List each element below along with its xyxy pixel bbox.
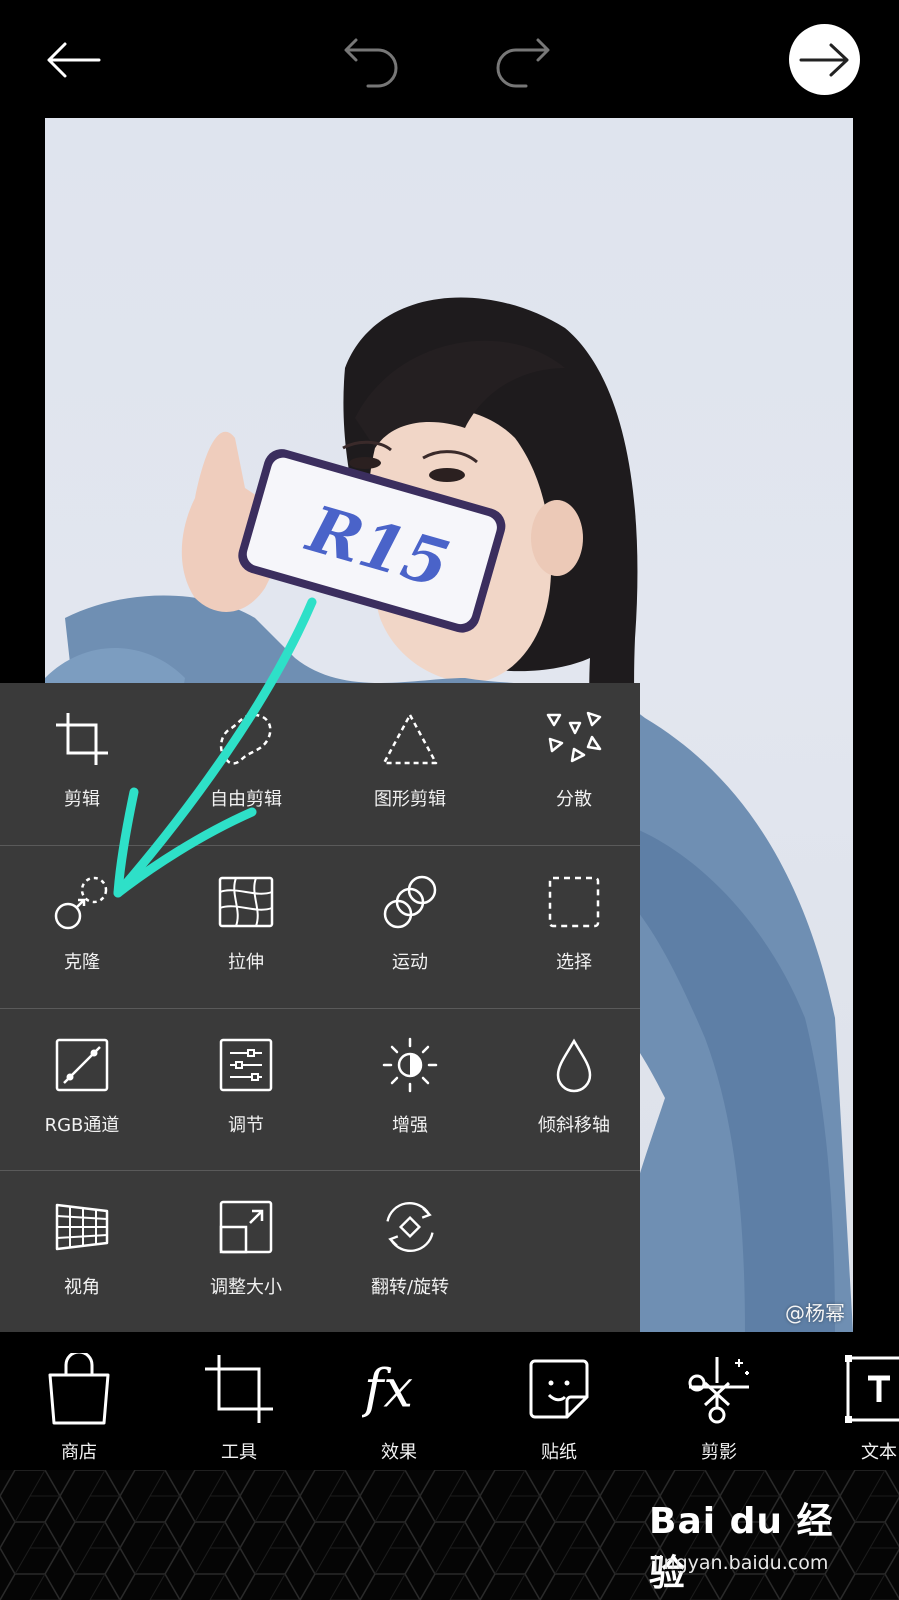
nav-label: 商店 <box>61 1442 97 1463</box>
tool-label: 倾斜移轴 <box>538 1115 610 1136</box>
nav-tools[interactable]: 工具 <box>174 1332 304 1470</box>
select-icon <box>548 876 600 928</box>
tool-motion[interactable]: 运动 <box>328 846 492 1008</box>
tool-label: 运动 <box>392 952 428 973</box>
tool-label: RGB通道 <box>44 1115 120 1136</box>
tool-label: 翻转/旋转 <box>370 1277 450 1298</box>
bottom-nav: 商店 工具 fx 效果 贴纸 剪影 文本 <box>0 1332 899 1470</box>
photo-watermark: @杨幂 <box>785 1301 845 1325</box>
tool-label: 增强 <box>392 1115 428 1136</box>
free-crop-icon <box>219 713 272 765</box>
nav-label: 工具 <box>221 1442 257 1463</box>
crop-icon <box>56 713 108 765</box>
tool-label: 视角 <box>64 1277 100 1298</box>
tools-row: 视角 调整大小 翻转/旋转 <box>0 1170 640 1333</box>
nav-shop[interactable]: 商店 <box>14 1332 144 1470</box>
redo-button[interactable] <box>486 28 558 92</box>
stretch-icon <box>218 876 274 928</box>
tool-label: 剪辑 <box>64 789 100 810</box>
crop-tool-icon <box>205 1355 273 1423</box>
tool-tilt-shift[interactable]: 倾斜移轴 <box>492 1009 656 1171</box>
tool-stretch[interactable]: 拉伸 <box>164 846 328 1008</box>
tool-flip-rotate[interactable]: 翻转/旋转 <box>328 1171 492 1333</box>
tool-adjust[interactable]: 调节 <box>164 1009 328 1171</box>
tool-select[interactable]: 选择 <box>492 846 656 1008</box>
tool-label: 分散 <box>556 789 592 810</box>
tool-rgb-channels[interactable]: RGB通道 <box>0 1009 164 1171</box>
sticker-icon <box>529 1359 589 1419</box>
tools-row: 剪辑 自由剪辑 图形剪辑 分散 <box>0 683 640 845</box>
nav-label: 文本 <box>861 1442 897 1463</box>
back-arrow-icon <box>47 42 101 78</box>
flip-rotate-icon <box>386 1201 434 1253</box>
tool-label: 图形剪辑 <box>374 789 446 810</box>
shape-crop-icon <box>382 713 438 765</box>
tool-clone[interactable]: 克隆 <box>0 846 164 1008</box>
tool-disperse[interactable]: 分散 <box>492 683 656 845</box>
tool-label: 自由剪辑 <box>210 789 282 810</box>
tool-perspective[interactable]: 视角 <box>0 1171 164 1333</box>
tool-label: 调节 <box>228 1115 264 1136</box>
tool-label: 拉伸 <box>228 952 264 973</box>
tool-label: 克隆 <box>64 952 100 973</box>
tool-shape-crop[interactable]: 图形剪辑 <box>328 683 492 845</box>
nav-label: 贴纸 <box>541 1442 577 1463</box>
tool-free-crop[interactable]: 自由剪辑 <box>164 683 328 845</box>
next-arrow-icon <box>799 43 848 76</box>
resize-icon <box>219 1200 273 1254</box>
baidu-jingyan-watermark: Bai du 经验 jingyan.baidu.com <box>649 1492 839 1594</box>
nav-effects[interactable]: fx 效果 <box>334 1332 464 1470</box>
svg-text:fx: fx <box>362 1359 413 1419</box>
disperse-icon <box>546 711 602 763</box>
tool-resize[interactable]: 调整大小 <box>164 1171 328 1333</box>
tools-row: RGB通道 调节 增强 倾斜移轴 <box>0 1008 640 1171</box>
nav-text[interactable]: 文本 <box>814 1332 899 1470</box>
perspective-icon <box>55 1203 109 1251</box>
adjust-icon <box>219 1038 273 1092</box>
tools-panel: 剪辑 自由剪辑 图形剪辑 分散 克隆 拉伸 运动 选择 RGB通道 调节 增强 … <box>0 683 640 1332</box>
motion-icon <box>383 875 437 929</box>
curves-icon <box>55 1038 109 1092</box>
undo-icon <box>344 38 398 88</box>
back-button[interactable] <box>40 30 106 90</box>
tool-enhance[interactable]: 增强 <box>328 1009 492 1171</box>
nav-cutout[interactable]: 剪影 <box>654 1332 784 1470</box>
nav-label: 剪影 <box>701 1442 737 1463</box>
cutout-icon <box>688 1357 749 1424</box>
next-button[interactable] <box>789 24 860 95</box>
tilt-shift-icon <box>556 1038 592 1093</box>
fx-icon: fx <box>362 1359 413 1419</box>
nav-stickers[interactable]: 贴纸 <box>494 1332 624 1470</box>
tool-label: 调整大小 <box>210 1277 282 1298</box>
redo-icon <box>496 38 550 88</box>
enhance-icon <box>382 1037 438 1093</box>
baidu-url: jingyan.baidu.com <box>653 1552 829 1574</box>
undo-button[interactable] <box>336 28 408 92</box>
baidu-logo: Bai du 经验 <box>649 1501 834 1594</box>
shopping-bag-icon <box>48 1353 110 1425</box>
text-icon <box>845 1355 899 1423</box>
tools-row: 克隆 拉伸 运动 选择 <box>0 845 640 1008</box>
nav-label: 效果 <box>381 1442 417 1463</box>
tool-crop[interactable]: 剪辑 <box>0 683 164 845</box>
tool-label: 选择 <box>556 952 592 973</box>
clone-icon <box>54 876 108 930</box>
top-toolbar <box>0 0 899 118</box>
